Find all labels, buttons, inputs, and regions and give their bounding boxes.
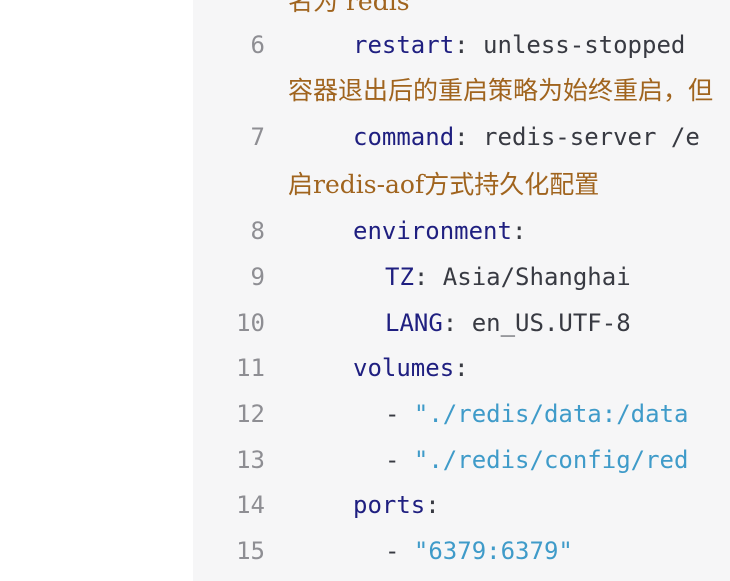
line-number: 14 [236,491,265,519]
code-line-11: 11 volumes: [193,348,730,388]
yaml-key: volumes [353,354,455,382]
yaml-colon: : [454,31,469,59]
code-content: restart: unless-stopped [353,25,685,65]
yaml-value: unless-stopped [468,31,686,59]
yaml-key: command [353,123,455,151]
yaml-colon: : [425,491,440,519]
code-comment: 名为 redis [288,0,410,16]
yaml-key: LANG [385,309,443,337]
code-content: command: redis-server /e [353,117,700,157]
code-content: - "./redis/config/red [385,440,688,480]
yaml-string: "./redis/data:/data [413,400,689,428]
code-line-15: 15 - "6379:6379" [193,531,730,571]
code-line-6-wrap: 容器退出后的重启策略为始终重启，但 [193,71,730,111]
code-content: - "./redis/data:/data [385,394,688,434]
line-number: 13 [236,446,265,474]
code-content: TZ: Asia/Shanghai [385,257,631,297]
page: 名为 redis 6 restart: unless-stopped 容器退出后… [0,0,730,581]
code-content: volumes: [353,348,469,388]
code-line-5-wrap: 名为 redis [193,0,730,22]
code-content: ports: [353,485,440,525]
yaml-colon: : [511,217,527,245]
code-line-9: 9 TZ: Asia/Shanghai [193,257,730,297]
yaml-colon: : [442,309,458,337]
yaml-string: "6379:6379" [413,537,573,565]
code-line-14: 14 ports: [193,485,730,525]
yaml-value: redis-server /e [468,123,700,151]
code-content: LANG: en_US.UTF-8 [385,303,631,343]
code-content: - "6379:6379" [385,531,573,571]
code-comment: 启redis-aof方式持久化配置 [288,170,600,199]
line-number: 12 [236,400,265,428]
yaml-string: "./redis/config/red [413,446,689,474]
yaml-colon: : [454,354,469,382]
code-content: environment: [353,211,526,251]
yaml-value: Asia/Shanghai [428,263,631,291]
code-line-12: 12 - "./redis/data:/data [193,394,730,434]
yaml-value: en_US.UTF-8 [457,309,631,337]
line-number: 9 [250,263,265,291]
line-number: 8 [250,217,265,245]
line-number: 11 [236,354,265,382]
yaml-list-dash: - [385,537,414,565]
code-line-7: 7 command: redis-server /e [193,117,730,157]
line-number: 6 [250,31,265,59]
yaml-key: environment [353,217,512,245]
code-line-8: 8 environment: [193,211,730,251]
yaml-colon: : [413,263,429,291]
line-number: 7 [250,123,265,151]
yaml-list-dash: - [385,400,414,428]
yaml-key: TZ [385,263,414,291]
code-line-6: 6 restart: unless-stopped [193,25,730,65]
code-line-13: 13 - "./redis/config/red [193,440,730,480]
code-comment: 容器退出后的重启策略为始终重启，但 [288,76,714,105]
line-number: 10 [236,309,265,337]
yaml-list-dash: - [385,446,414,474]
yaml-colon: : [454,123,469,151]
code-block[interactable]: 名为 redis 6 restart: unless-stopped 容器退出后… [193,0,730,581]
yaml-key: ports [353,491,426,519]
code-line-7-wrap: 启redis-aof方式持久化配置 [193,165,730,205]
code-line-10: 10 LANG: en_US.UTF-8 [193,303,730,343]
yaml-key: restart [353,31,455,59]
line-number: 15 [236,537,265,565]
